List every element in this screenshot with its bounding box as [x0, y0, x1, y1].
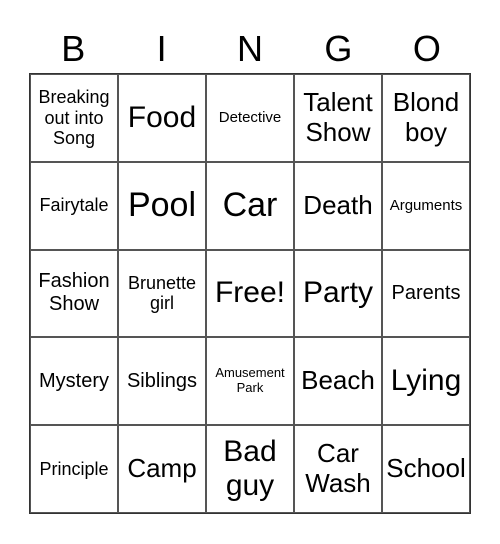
- bingo-cell[interactable]: Talent Show: [294, 74, 382, 162]
- bingo-cell[interactable]: Mystery: [30, 337, 118, 426]
- header-letter-i: I: [156, 28, 167, 69]
- header-letter-g: G: [324, 28, 353, 69]
- bingo-cell[interactable]: Beach: [294, 337, 382, 426]
- bingo-cell[interactable]: Fairytale: [30, 161, 118, 250]
- bingo-grid: Breaking out into Song Food Detective Talen…: [29, 73, 471, 514]
- bingo-cell[interactable]: Car Wash: [294, 425, 382, 513]
- bingo-header: B I N G O: [29, 26, 471, 72]
- bingo-cell[interactable]: Breaking out into Song: [30, 74, 118, 162]
- header-letter-o: O: [412, 28, 441, 69]
- bingo-cell[interactable]: Parents: [382, 249, 470, 338]
- header-letter-n: N: [237, 28, 264, 69]
- bingo-cell[interactable]: Lying: [382, 337, 470, 426]
- bingo-cell[interactable]: School: [382, 425, 470, 513]
- bingo-cell[interactable]: Detective: [206, 74, 294, 162]
- bingo-cell[interactable]: Party: [294, 249, 382, 338]
- bingo-cell[interactable]: Arguments: [382, 161, 470, 250]
- bingo-cell[interactable]: Food: [118, 74, 206, 162]
- bingo-cell[interactable]: Fashion Show: [30, 249, 118, 338]
- bingo-cell[interactable]: Siblings: [118, 337, 206, 426]
- bingo-cell[interactable]: Free!: [206, 249, 294, 338]
- bingo-cell[interactable]: Car: [206, 161, 294, 250]
- bingo-cell[interactable]: Bad guy: [206, 425, 294, 513]
- bingo-cell[interactable]: Death: [294, 161, 382, 250]
- bingo-cell[interactable]: Amusement Park: [206, 337, 294, 426]
- bingo-cell[interactable]: Brunette girl: [118, 249, 206, 338]
- header-letter-b: B: [61, 28, 86, 69]
- bingo-cell[interactable]: Principle: [30, 425, 118, 513]
- bingo-cell[interactable]: Pool: [118, 161, 206, 250]
- bingo-cell[interactable]: Blond boy: [382, 74, 470, 162]
- bingo-cell[interactable]: Camp: [118, 425, 206, 513]
